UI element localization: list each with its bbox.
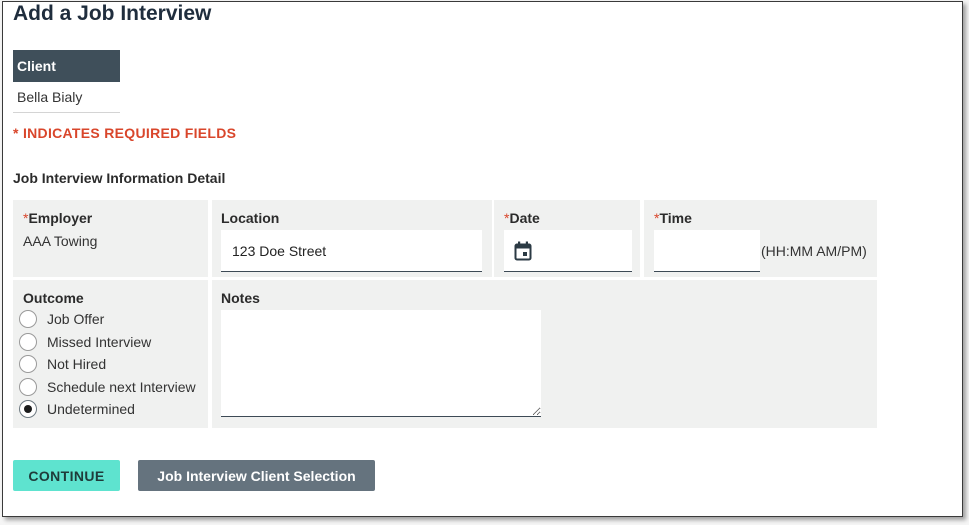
outcome-option-undetermined[interactable]: Undetermined (19, 399, 135, 419)
location-input[interactable] (221, 230, 482, 272)
radio-button-selected[interactable] (19, 400, 37, 418)
employer-cell: *Employer AAA Towing (13, 200, 208, 277)
time-format-hint: (HH:MM AM/PM) (761, 243, 867, 259)
outcome-option-schedule-next-interview[interactable]: Schedule next Interview (19, 377, 196, 397)
location-cell: Location (212, 200, 492, 277)
time-input[interactable] (654, 230, 760, 272)
time-cell: *Time (HH:MM AM/PM) (644, 200, 877, 277)
employer-value: AAA Towing (23, 233, 98, 249)
client-table: Client Bella Bialy (13, 50, 120, 113)
page-title: Add a Job Interview (13, 2, 212, 25)
date-input[interactable] (504, 230, 632, 272)
radio-button[interactable] (19, 378, 37, 396)
outcome-option-missed-interview[interactable]: Missed Interview (19, 332, 151, 352)
job-interview-client-selection-button[interactable]: Job Interview Client Selection (138, 460, 375, 491)
client-column-header: Client (13, 50, 120, 82)
client-name-cell: Bella Bialy (13, 82, 120, 113)
required-fields-note: * INDICATES REQUIRED FIELDS (13, 125, 237, 141)
outcome-option-job-offer[interactable]: Job Offer (19, 309, 104, 329)
location-label: Location (221, 210, 280, 226)
notes-label: Notes (221, 290, 260, 306)
section-title: Job Interview Information Detail (13, 170, 226, 186)
page-frame: Add a Job Interview Client Bella Bialy *… (2, 1, 963, 517)
outcome-cell: Outcome Job Offer Missed Interview Not H… (13, 280, 208, 428)
date-label: *Date (504, 210, 540, 226)
time-label: *Time (654, 210, 692, 226)
notes-cell: Notes (212, 280, 877, 428)
calendar-icon[interactable] (514, 241, 532, 261)
date-cell: *Date (494, 200, 640, 277)
continue-button[interactable]: CONTINUE (13, 460, 120, 491)
outcome-option-not-hired[interactable]: Not Hired (19, 354, 106, 374)
radio-button[interactable] (19, 355, 37, 373)
outcome-label: Outcome (23, 290, 84, 306)
radio-button[interactable] (19, 310, 37, 328)
notes-textarea[interactable] (221, 310, 541, 417)
radio-button[interactable] (19, 333, 37, 351)
employer-label: *Employer (23, 210, 93, 226)
